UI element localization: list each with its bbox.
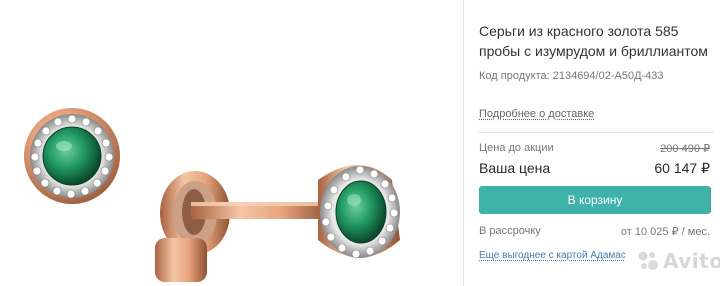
section-divider [479, 132, 714, 133]
avito-logo-icon [638, 251, 658, 270]
earrings-image [24, 108, 400, 282]
installment-label: В рассрочку [479, 225, 541, 237]
product-title: Серьги из красного золота 585 пробы с из… [479, 23, 708, 59]
product-code-label: Код продукта: [479, 70, 550, 82]
product-info-panel: Серьги из красного золота 585 пробы с из… [479, 0, 714, 286]
product-photo[interactable] [0, 0, 470, 286]
earring-side-view [155, 165, 400, 282]
product-code: Код продукта: 2134694/02-А50Д-433 [479, 70, 664, 82]
avito-watermark: Avito [637, 246, 720, 276]
installment-row: В рассрочку от 10 025 ₽ / мес. [479, 225, 710, 238]
avito-watermark-text: Avito [663, 249, 720, 273]
current-price-row: Ваша цена 60 147 ₽ [479, 160, 710, 176]
installment-value: от 10 025 ₽ / мес. [620, 226, 710, 238]
old-price-label: Цена до акции [479, 142, 554, 154]
card-offer-link[interactable]: Еще выгоднее с картой Адамас [479, 250, 626, 261]
current-price-label: Ваша цена [479, 160, 551, 176]
old-price-row: Цена до акции 200 490 ₽ [479, 142, 710, 155]
panel-divider [463, 0, 464, 286]
old-price-value: 200 490 ₽ [660, 143, 710, 155]
current-price-value: 60 147 ₽ [654, 160, 710, 176]
add-to-cart-button[interactable]: В корзину [479, 186, 711, 214]
product-code-value: 2134694/02-А50Д-433 [552, 70, 664, 82]
delivery-info-link[interactable]: Подробнее о доставке [479, 108, 594, 120]
